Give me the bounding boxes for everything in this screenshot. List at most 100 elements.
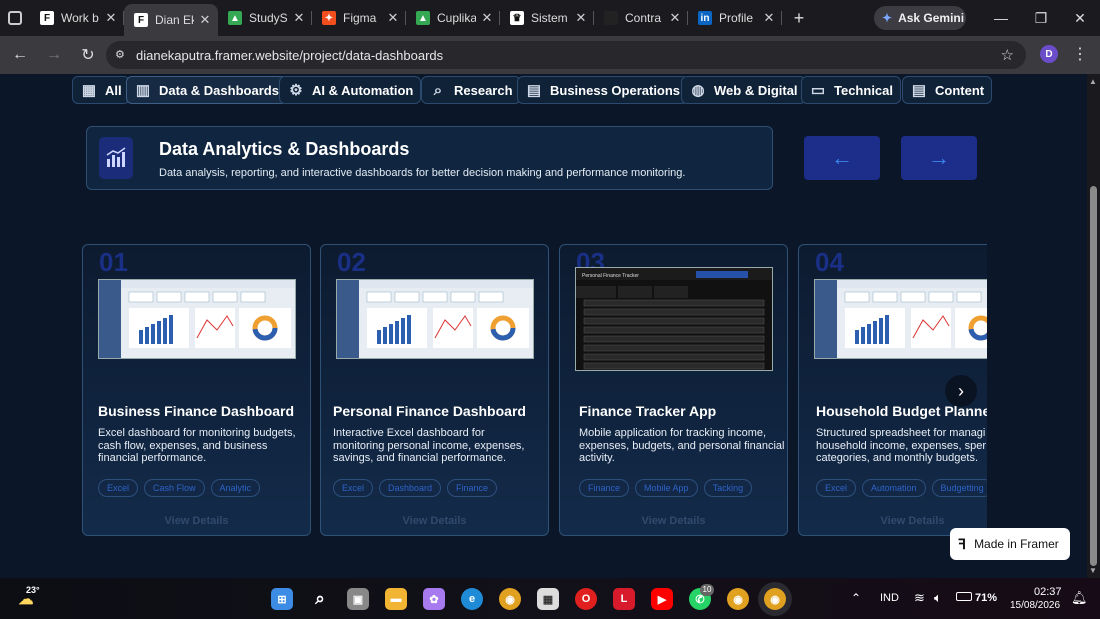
project-card[interactable]: 02 Personal Finance Dashboard Interactive … bbox=[320, 244, 549, 536]
tag-chip[interactable]: Analytic bbox=[210, 479, 261, 497]
tag-chip[interactable]: Excel bbox=[333, 479, 374, 497]
tag-chip[interactable]: Finance bbox=[447, 479, 498, 497]
view-details-button[interactable]: View Details bbox=[799, 515, 987, 527]
youtube-icon[interactable]: ▶ bbox=[651, 588, 673, 610]
volume-icon[interactable]: 🔈︎ bbox=[934, 590, 942, 606]
tab-close-icon[interactable]: ✕ bbox=[762, 10, 776, 26]
browser-tab[interactable]: ▲ StudySp ✕ bbox=[218, 0, 312, 36]
opera-icon[interactable]: O bbox=[575, 588, 597, 610]
edge-icon[interactable]: e bbox=[461, 588, 483, 610]
scrollbar-thumb[interactable] bbox=[1090, 186, 1097, 566]
tag-chip[interactable]: Automation bbox=[862, 479, 926, 497]
browser-tab[interactable]: Contra ✕ bbox=[594, 0, 688, 36]
url-text: dianekaputra.framer.website/project/data… bbox=[136, 47, 444, 63]
clock-time[interactable]: 02:37 bbox=[1034, 586, 1062, 598]
back-icon[interactable]: ← bbox=[6, 41, 34, 69]
card-title[interactable]: Finance Tracker App bbox=[579, 403, 716, 419]
filter-chip[interactable]: ▥ Data & Dashboards bbox=[126, 76, 287, 104]
dashboard-thumbnail[interactable]: Personal Finance Tracker bbox=[575, 267, 773, 371]
file-explorer-icon[interactable]: ▬ bbox=[385, 588, 407, 610]
tab-close-icon[interactable]: ✕ bbox=[292, 10, 306, 26]
scrollbar[interactable]: ▲ ▼ bbox=[1087, 74, 1100, 578]
tag-chip[interactable]: Tacking bbox=[703, 479, 753, 497]
tag-chip[interactable]: Budgetting bbox=[931, 479, 987, 497]
menu-icon[interactable]: ⋮ bbox=[1072, 44, 1088, 64]
dashboard-thumbnail[interactable] bbox=[98, 279, 296, 359]
windows-start-icon[interactable]: ⊞ bbox=[271, 588, 293, 610]
notification-icon[interactable]: 🔔︎ bbox=[1071, 590, 1088, 606]
browser-tab[interactable]: ✦ Figma ✕ bbox=[312, 0, 406, 36]
tab-search-icon[interactable] bbox=[8, 11, 22, 25]
browser-tab[interactable]: in Profile ✕ bbox=[688, 0, 782, 36]
filter-chip[interactable]: ◍ Web & Digital bbox=[681, 76, 806, 104]
reload-icon[interactable]: ↻ bbox=[74, 41, 102, 69]
chrome-icon[interactable]: ◉ bbox=[499, 588, 521, 610]
linkedin-icon: in bbox=[698, 11, 712, 25]
filter-chip[interactable]: ▭ Technical bbox=[801, 76, 902, 104]
card-number: 02 bbox=[337, 247, 366, 277]
tag-chip[interactable]: Excel bbox=[816, 479, 857, 497]
profile-avatar[interactable]: D bbox=[1040, 45, 1058, 63]
tab-close-icon[interactable]: ✕ bbox=[480, 10, 494, 26]
chrome-profile-icon[interactable]: ◉ bbox=[727, 588, 749, 610]
chrome-active-icon[interactable]: ◉ bbox=[764, 588, 786, 610]
next-arrow-button[interactable]: → bbox=[901, 136, 977, 180]
filter-chip[interactable]: ⌕ Research bbox=[421, 76, 521, 104]
scroll-up-icon[interactable]: ▲ bbox=[1089, 77, 1097, 86]
copilot-icon[interactable]: ✿ bbox=[423, 588, 445, 610]
wifi-icon[interactable]: ≋ bbox=[914, 590, 925, 606]
tag-chip[interactable]: Mobile App bbox=[635, 479, 698, 497]
made-in-framer-badge[interactable]: ꟻ Made in Framer bbox=[950, 528, 1070, 560]
language-indicator[interactable]: IND bbox=[880, 592, 899, 604]
dashboard-thumbnail[interactable] bbox=[336, 279, 534, 359]
store-icon[interactable]: ▦ bbox=[537, 588, 559, 610]
filter-chip[interactable]: ▤ Business Operations bbox=[517, 76, 689, 104]
site-info-icon[interactable]: ⚙ bbox=[115, 48, 129, 62]
tag-chip[interactable]: Cash Flow bbox=[144, 479, 205, 497]
arrow-left-icon: ← bbox=[831, 145, 853, 170]
close-window-icon[interactable]: ✕ bbox=[1061, 0, 1099, 36]
tab-close-icon[interactable]: ✕ bbox=[386, 10, 400, 26]
clock-date[interactable]: 15/08/2026 bbox=[1010, 600, 1060, 611]
prev-arrow-button[interactable]: ← bbox=[804, 136, 880, 180]
browser-tab[interactable]: F Dian Ek ✕ bbox=[124, 4, 218, 36]
card-title[interactable]: Business Finance Dashboard bbox=[98, 403, 294, 419]
card-description: Structured spreadsheet for managi househ… bbox=[816, 427, 986, 464]
tab-close-icon[interactable]: ✕ bbox=[198, 12, 212, 28]
project-card[interactable]: 03 Personal Finance Tracker Finance Tracke… bbox=[559, 244, 788, 536]
dashboard-thumbnail[interactable] bbox=[814, 279, 987, 359]
bookmark-star-icon[interactable]: ☆ bbox=[1001, 46, 1014, 64]
forward-icon[interactable]: → bbox=[40, 41, 68, 69]
scroll-down-icon[interactable]: ▼ bbox=[1089, 566, 1097, 575]
carousel-next-icon[interactable]: › bbox=[945, 375, 977, 407]
task-view-icon[interactable]: ▣ bbox=[347, 588, 369, 610]
minimize-icon[interactable]: — bbox=[982, 0, 1020, 36]
l-app-icon[interactable]: L bbox=[613, 588, 635, 610]
tag-chip[interactable]: Finance bbox=[579, 479, 630, 497]
view-details-button[interactable]: View Details bbox=[83, 515, 310, 527]
tab-close-icon[interactable]: ✕ bbox=[104, 10, 118, 26]
chevron-up-icon[interactable]: ⌃ bbox=[851, 591, 861, 605]
tab-close-icon[interactable]: ✕ bbox=[668, 10, 682, 26]
filter-chip[interactable]: ⚙ AI & Automation bbox=[279, 76, 422, 104]
project-card[interactable]: 01 Business Finance Dashboard Excel dashbo… bbox=[82, 244, 311, 536]
browser-tab[interactable]: F Work b ✕ bbox=[30, 0, 124, 36]
filter-chip[interactable]: ▦ All bbox=[72, 76, 130, 104]
filter-chip[interactable]: ▤ Content bbox=[902, 76, 993, 104]
new-tab-button[interactable]: + bbox=[786, 8, 812, 29]
view-details-button[interactable]: View Details bbox=[560, 515, 787, 527]
restore-icon[interactable]: ❐ bbox=[1022, 0, 1060, 36]
tag-chip[interactable]: Dashboard bbox=[379, 479, 442, 497]
tab-close-icon[interactable]: ✕ bbox=[574, 10, 588, 26]
browser-tab[interactable]: ▲ Cuplika ✕ bbox=[406, 0, 500, 36]
battery-icon bbox=[956, 592, 972, 601]
address-bar[interactable]: ⚙ dianekaputra.framer.website/project/da… bbox=[106, 41, 1026, 69]
tag-chip[interactable]: Excel bbox=[98, 479, 139, 497]
card-title[interactable]: Personal Finance Dashboard bbox=[333, 403, 526, 419]
battery-percent: 71% bbox=[975, 592, 998, 604]
ask-gemini-button[interactable]: ✦ Ask Gemini bbox=[874, 6, 966, 30]
view-details-button[interactable]: View Details bbox=[321, 515, 548, 527]
card-description: Mobile application for tracking income, … bbox=[579, 427, 785, 464]
browser-tab[interactable]: ♛ Sistem ✕ bbox=[500, 0, 594, 36]
search-icon[interactable]: ⌕ bbox=[309, 588, 331, 610]
